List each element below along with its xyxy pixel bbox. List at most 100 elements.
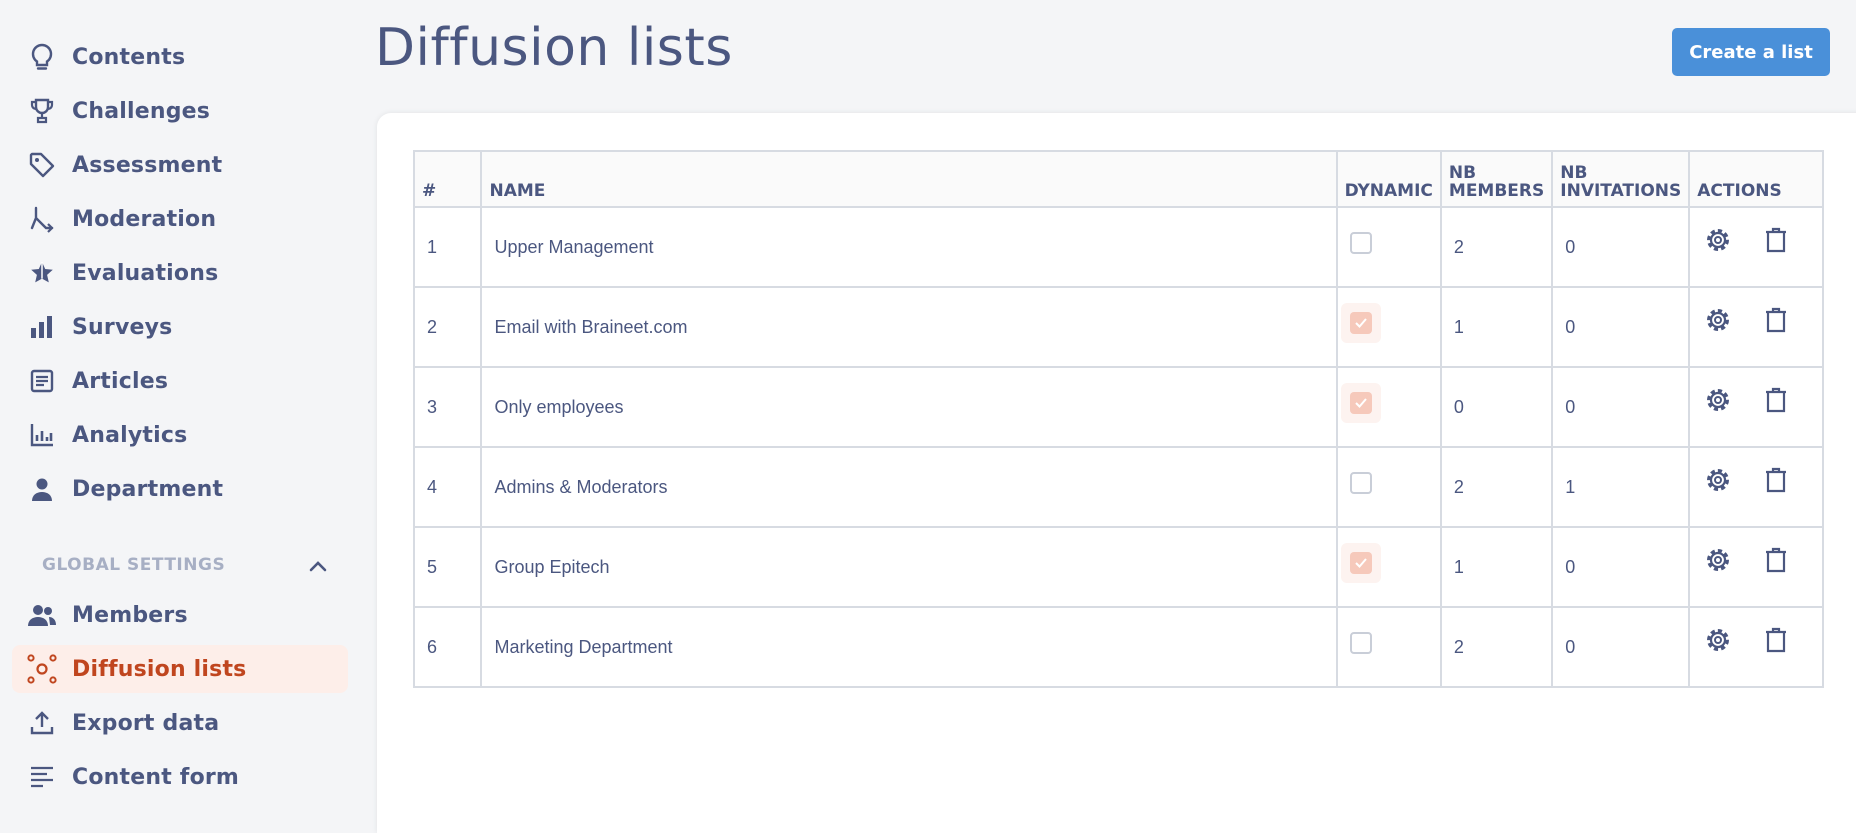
list-name: Only employees xyxy=(480,366,1338,448)
sidebar-item-label: Moderation xyxy=(72,206,217,232)
sidebar-item-surveys[interactable]: Surveys xyxy=(12,303,348,351)
sidebar-item-export-data[interactable]: Export data xyxy=(12,699,348,747)
table-header-row: # NAME DYNAMIC NB MEMBERS NB INVITATIONS A… xyxy=(412,150,1824,208)
sidebar-item-label: Evaluations xyxy=(72,260,219,286)
tag-icon xyxy=(26,149,58,181)
sidebar-item-label: Members xyxy=(72,602,188,628)
settings-gear-icon[interactable] xyxy=(1702,224,1734,256)
members-count: 2 xyxy=(1439,606,1554,688)
people-icon xyxy=(26,599,58,631)
sidebar-item-moderation[interactable]: Moderation xyxy=(12,195,348,243)
document-icon xyxy=(26,365,58,397)
row-number: 1 xyxy=(412,206,483,288)
sidebar-item-label: Diffusion lists xyxy=(72,656,247,682)
dynamic-cell xyxy=(1335,286,1442,368)
sidebar-item-content-form[interactable]: Content form xyxy=(12,753,348,801)
row-number: 2 xyxy=(412,286,483,368)
invitations-count: 0 xyxy=(1551,366,1691,448)
invitations-count: 0 xyxy=(1551,206,1691,288)
table-row: 4 Admins & Moderators 2 1 xyxy=(412,446,1824,528)
analytics-icon xyxy=(26,419,58,451)
dynamic-checkbox[interactable] xyxy=(1349,632,1372,655)
dynamic-checkbox[interactable] xyxy=(1349,472,1372,495)
column-header-invitations: NB INVITATIONS xyxy=(1551,150,1691,208)
list-name: Upper Management xyxy=(480,206,1338,288)
trash-icon[interactable] xyxy=(1760,544,1792,576)
members-count: 0 xyxy=(1439,366,1554,448)
trash-icon[interactable] xyxy=(1760,464,1792,496)
checkmark-icon xyxy=(1349,392,1372,414)
column-header-actions: ACTIONS xyxy=(1688,150,1824,208)
settings-gear-icon[interactable] xyxy=(1702,384,1734,416)
table-row: 1 Upper Management 2 0 xyxy=(412,206,1824,288)
members-count: 1 xyxy=(1439,286,1554,368)
row-number: 5 xyxy=(412,526,483,608)
trash-icon[interactable] xyxy=(1760,224,1792,256)
sidebar-item-evaluations[interactable]: Evaluations xyxy=(12,249,348,297)
table-row: 5 Group Epitech 1 0 xyxy=(412,526,1824,608)
dynamic-checkbox[interactable] xyxy=(1340,303,1381,343)
row-number: 4 xyxy=(412,446,483,528)
column-header-members: NB MEMBERS xyxy=(1439,150,1554,208)
sidebar-item-department[interactable]: Department xyxy=(12,465,348,513)
dynamic-checkbox[interactable] xyxy=(1349,232,1372,255)
members-count: 2 xyxy=(1439,446,1554,528)
dynamic-cell xyxy=(1335,526,1442,608)
sidebar-item-label: Articles xyxy=(72,368,169,394)
star-icon xyxy=(26,257,58,289)
table-row: 2 Email with Braineet.com 1 0 xyxy=(412,286,1824,368)
column-header-dynamic: DYNAMIC xyxy=(1335,150,1442,208)
dynamic-checkbox[interactable] xyxy=(1340,383,1381,423)
actions-cell xyxy=(1688,606,1824,688)
bar-chart-icon xyxy=(26,311,58,343)
dynamic-cell xyxy=(1335,606,1442,688)
settings-gear-icon[interactable] xyxy=(1702,304,1734,336)
sidebar-item-label: Analytics xyxy=(72,422,188,448)
sidebar-item-label: Challenges xyxy=(72,98,211,124)
sidebar-item-label: Content form xyxy=(72,764,240,790)
global-settings-title: GLOBAL SETTINGS xyxy=(42,555,226,575)
settings-gear-icon[interactable] xyxy=(1702,544,1734,576)
list-name: Group Epitech xyxy=(480,526,1338,608)
dynamic-cell xyxy=(1335,446,1442,528)
sidebar-item-articles[interactable]: Articles xyxy=(12,357,348,405)
sidebar-item-label: Surveys xyxy=(72,314,173,340)
diffusion-lists-table: # NAME DYNAMIC NB MEMBERS NB INVITATIONS A… xyxy=(412,150,1824,688)
moderation-icon xyxy=(26,203,58,235)
column-header-name: NAME xyxy=(480,150,1338,208)
sidebar-item-contents[interactable]: Contents xyxy=(12,33,348,81)
trash-icon[interactable] xyxy=(1760,384,1792,416)
person-icon xyxy=(26,473,58,505)
invitations-count: 1 xyxy=(1551,446,1691,528)
actions-cell xyxy=(1688,206,1824,288)
create-list-button[interactable]: Create a list xyxy=(1672,28,1830,76)
sidebar-item-label: Contents xyxy=(72,44,186,70)
trash-icon[interactable] xyxy=(1760,624,1792,656)
column-header-num: # xyxy=(412,150,483,208)
actions-cell xyxy=(1688,366,1824,448)
settings-gear-icon[interactable] xyxy=(1702,624,1734,656)
list-name: Marketing Department xyxy=(480,606,1338,688)
sidebar-item-assessment[interactable]: Assessment xyxy=(12,141,348,189)
settings-gear-icon[interactable] xyxy=(1702,464,1734,496)
lightbulb-icon xyxy=(26,41,58,73)
page-title: Diffusion lists xyxy=(375,18,733,78)
sidebar-item-diffusion-lists[interactable]: Diffusion lists xyxy=(12,645,348,693)
invitations-count: 0 xyxy=(1551,286,1691,368)
invitations-count: 0 xyxy=(1551,606,1691,688)
sidebar-item-challenges[interactable]: Challenges xyxy=(12,87,348,135)
dynamic-checkbox[interactable] xyxy=(1340,543,1381,583)
checkmark-icon xyxy=(1349,552,1372,574)
chevron-up-icon[interactable] xyxy=(304,552,332,580)
row-number: 6 xyxy=(412,606,483,688)
sidebar-item-label: Assessment xyxy=(72,152,223,178)
checkmark-icon xyxy=(1349,312,1372,334)
table-row: 3 Only employees 0 0 xyxy=(412,366,1824,448)
sidebar-item-members[interactable]: Members xyxy=(12,591,348,639)
sidebar-item-analytics[interactable]: Analytics xyxy=(12,411,348,459)
trophy-icon xyxy=(26,95,58,127)
actions-cell xyxy=(1688,446,1824,528)
invitations-count: 0 xyxy=(1551,526,1691,608)
upload-icon xyxy=(26,707,58,739)
trash-icon[interactable] xyxy=(1760,304,1792,336)
